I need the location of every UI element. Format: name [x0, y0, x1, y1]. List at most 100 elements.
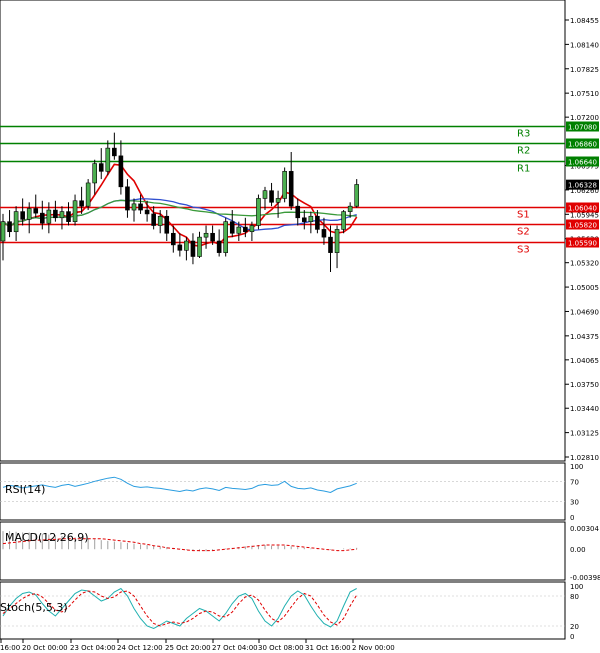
y-tick-label: 1.04065 — [570, 357, 599, 365]
level-tag-text: 1.06860 — [568, 141, 597, 149]
candle-up — [92, 163, 97, 184]
candle-down — [328, 236, 333, 253]
stoch-tick-label: 80 — [570, 593, 579, 601]
candle-down — [321, 229, 327, 238]
x-tick-label: 24 Oct 12:00 — [117, 644, 163, 652]
candle-up — [0, 221, 6, 242]
x-tick-label: 25 Oct 20:00 — [165, 644, 211, 652]
rsi-tick-label: 0 — [570, 514, 574, 522]
macd-title: MACD(12,26,9) — [5, 531, 89, 544]
candle-down — [164, 215, 170, 234]
candle-up — [249, 225, 255, 233]
level-tags: 1.07080 1.06860 1.06640 1.06040 1.05820 1.055… — [566, 121, 599, 248]
y-tick-label: 1.04375 — [570, 333, 599, 341]
candle-down — [144, 209, 150, 215]
chart-svg: R3 R2 R1 S1 S2 S3 1.08455 1.08140 1.07825 1.0751… — [0, 0, 600, 652]
x-tick-label: 16:00 — [0, 644, 20, 652]
x-tick-label: 20 Oct 00:00 — [22, 644, 68, 652]
candle-up — [282, 171, 287, 199]
level-tag-text: 1.06640 — [568, 159, 597, 167]
candle-down — [190, 240, 196, 257]
y-tick-label: 1.05945 — [570, 211, 599, 219]
y-tick-label: 1.03125 — [570, 430, 599, 438]
candle-up — [341, 211, 346, 230]
candle-up — [59, 211, 65, 219]
candle-down — [7, 221, 12, 233]
stoch-tick-label: 20 — [570, 623, 579, 631]
candle-down — [288, 171, 294, 207]
candle-down — [210, 232, 215, 242]
candle-up — [262, 190, 268, 199]
level-label-r3: R3 — [517, 129, 530, 140]
candle-down — [216, 240, 222, 253]
candle-down — [301, 217, 307, 222]
candle-down — [151, 213, 156, 226]
stoch-tick-label: 100 — [570, 583, 583, 591]
y-tick-label: 1.08140 — [570, 41, 599, 49]
rsi-title: RSI(14) — [5, 483, 45, 496]
candle-down — [39, 212, 45, 224]
stoch-tick-label: 0 — [570, 633, 574, 641]
current-price-text: 1.06328 — [568, 182, 597, 190]
rsi-tick-label: 70 — [570, 478, 579, 486]
y-tick-label: 1.04690 — [570, 308, 599, 316]
candle-up — [236, 226, 242, 234]
rsi-panel-frame — [0, 462, 566, 521]
y-tick-label: 1.03750 — [570, 381, 599, 389]
candle-up — [131, 203, 137, 211]
y-tick-label: 1.07825 — [570, 66, 599, 74]
x-tick-label: 23 Oct 04:00 — [70, 644, 116, 652]
candle-down — [177, 244, 183, 251]
candle-up — [347, 205, 353, 212]
candle-down — [20, 211, 25, 220]
x-tick-label: 30 Oct 08:00 — [258, 644, 304, 652]
candle-down — [138, 203, 143, 211]
candle-up — [26, 208, 32, 220]
rsi-tick-label: 30 — [570, 499, 579, 507]
candle-down — [315, 215, 320, 230]
macd-tick-label: 0.00304 — [570, 525, 599, 533]
level-tag-text: 1.07080 — [568, 124, 597, 132]
candle-up — [184, 240, 189, 251]
candle-up — [85, 182, 91, 207]
level-label-s3: S3 — [517, 245, 530, 256]
candle-down — [243, 226, 248, 233]
y-tick-label: 1.05005 — [570, 284, 599, 292]
macd-tick-label: -0.003983 — [570, 574, 600, 582]
level-label-r2: R2 — [517, 146, 530, 157]
candle-up — [72, 200, 78, 222]
y-tick-label: 1.08455 — [570, 17, 599, 25]
candle-down — [118, 155, 124, 188]
candle-up — [197, 236, 202, 257]
level-tag-text: 1.06040 — [568, 205, 597, 213]
candle-up — [308, 215, 314, 222]
y-tick-label: 1.05320 — [570, 260, 599, 268]
level-label-s1: S1 — [517, 210, 530, 221]
candle-down — [125, 186, 130, 211]
x-tick-label: 31 Oct 16:00 — [305, 644, 351, 652]
candle-up — [46, 209, 52, 224]
level-label-r1: R1 — [517, 164, 530, 175]
rsi-tick-label: 100 — [570, 463, 583, 471]
candle-up — [334, 229, 340, 253]
y-tick-label: 1.07200 — [570, 114, 599, 122]
candle-up — [223, 221, 228, 253]
candle-up — [13, 211, 19, 233]
level-label-s2: S2 — [517, 227, 530, 238]
candle-down — [171, 232, 176, 246]
y-tick-label: 1.07510 — [570, 90, 599, 98]
candle-down — [53, 209, 58, 219]
macd-tick-label: 0.00 — [570, 546, 586, 554]
candle-down — [295, 205, 301, 219]
candle-down — [229, 221, 235, 234]
candle-down — [33, 208, 39, 214]
y-tick-label: 1.02810 — [570, 454, 599, 462]
x-tick-label: 27 Oct 04:00 — [212, 644, 258, 652]
stoch-title: Stoch(5,5,3) — [0, 601, 68, 614]
candle-down — [79, 200, 84, 207]
candle-up — [157, 215, 163, 226]
candle-down — [112, 147, 117, 157]
candle-down — [269, 190, 274, 203]
candle-up — [105, 147, 111, 172]
level-tag-text: 1.05590 — [568, 240, 597, 248]
